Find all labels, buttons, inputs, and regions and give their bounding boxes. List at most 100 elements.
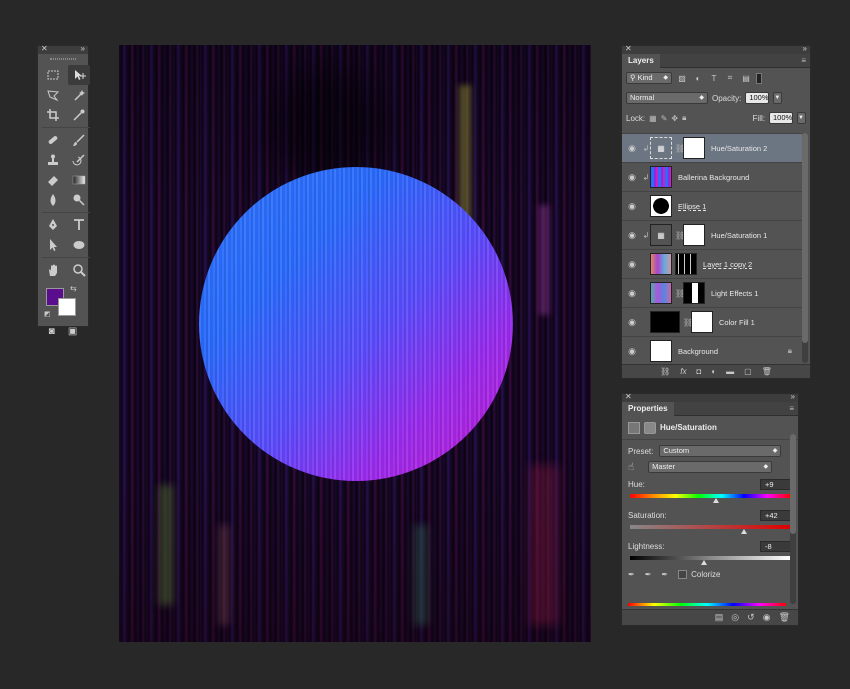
scrollbar[interactable] — [802, 133, 808, 363]
reset-icon[interactable]: ↺ — [747, 612, 755, 623]
layer-name[interactable]: Light Effects 1 — [711, 289, 758, 298]
fill-input[interactable]: 100% — [769, 112, 793, 124]
ellipse-shape[interactable] — [199, 167, 513, 481]
filter-smart-object-icon[interactable]: ▤ — [740, 72, 752, 84]
saturation-slider-thumb[interactable] — [740, 529, 747, 534]
targeted-adjustment-icon[interactable]: ☝︎ — [628, 462, 634, 473]
quick-mask-icon[interactable]: ◙ — [49, 326, 55, 337]
layer-row[interactable]: ◉ ↲ ▦ ⛓︎ Hue/Saturation 1 — [622, 220, 802, 249]
hand-tool-icon[interactable] — [42, 260, 64, 280]
lock-transparent-icon[interactable]: ▦ — [649, 114, 657, 123]
layer-name[interactable]: Color Fill 1 — [719, 318, 755, 327]
visibility-eye-icon[interactable]: ◉ — [622, 172, 642, 183]
mask-link-icon[interactable]: ⛓︎ — [683, 318, 693, 327]
eraser-tool-icon[interactable] — [42, 170, 64, 190]
swap-colors-icon[interactable]: ⇆ — [70, 284, 77, 293]
lock-image-icon[interactable]: ✎ — [661, 114, 668, 123]
fx-icon[interactable]: fx — [680, 367, 686, 376]
eyedropper-tool-icon[interactable] — [68, 105, 90, 125]
lightness-input[interactable]: -8 — [760, 540, 792, 552]
hue-input[interactable]: +9 — [760, 478, 792, 490]
panel-menu-icon[interactable]: ≡ — [801, 56, 806, 65]
layer-name[interactable]: Hue/Saturation 1 — [711, 231, 767, 240]
collapse-icon[interactable]: » — [803, 44, 807, 53]
tab-layers[interactable]: Layers — [622, 54, 660, 68]
delete-icon[interactable]: 🗑︎ — [779, 612, 790, 623]
gradient-tool-icon[interactable] — [68, 170, 90, 190]
close-icon[interactable]: ✕ — [625, 44, 632, 53]
panel-grip[interactable] — [38, 54, 88, 63]
layer-name[interactable]: Layer 1 copy 2 — [703, 260, 752, 269]
crop-tool-icon[interactable] — [42, 105, 64, 125]
lock-position-icon[interactable]: ✥ — [671, 114, 678, 123]
mask-link-icon[interactable]: ⛓︎ — [675, 231, 685, 240]
adjustment-layer-icon[interactable]: ◐ — [711, 367, 716, 376]
clone-stamp-tool-icon[interactable] — [42, 150, 64, 170]
opacity-input[interactable]: 100% — [745, 92, 770, 104]
lightness-slider[interactable] — [630, 556, 790, 565]
layer-row[interactable]: ◉ ⛓︎ Light Effects 1 — [622, 278, 802, 307]
eyedropper-plus-icon[interactable]: ✒︎ — [645, 570, 652, 579]
blend-mode-select[interactable]: Normal ◆ — [626, 92, 708, 104]
lightness-slider-thumb[interactable] — [700, 560, 707, 565]
background-color-swatch[interactable] — [58, 298, 76, 316]
layer-row[interactable]: ◉ Background 🔒︎ — [622, 336, 802, 365]
filter-type-icon[interactable]: T — [708, 72, 720, 84]
lock-all-icon[interactable]: 🔒︎ — [682, 113, 686, 123]
collapse-icon[interactable]: » — [81, 44, 85, 53]
delete-icon[interactable]: 🗑︎ — [762, 367, 772, 376]
kind-filter-select[interactable]: ⚲ Kind ◆ — [626, 72, 672, 84]
type-tool-icon[interactable] — [68, 215, 90, 235]
filter-shape-icon[interactable]: ⌗ — [724, 72, 736, 84]
hue-slider[interactable] — [630, 494, 790, 503]
zoom-tool-icon[interactable] — [68, 260, 90, 280]
link-layers-icon[interactable]: ⛓︎ — [660, 367, 670, 376]
document-canvas[interactable] — [119, 45, 591, 642]
layer-name[interactable]: Ballerina Background — [678, 173, 749, 182]
path-selection-tool-icon[interactable] — [42, 235, 64, 255]
layer-name[interactable]: Ellipse 1 — [678, 202, 706, 211]
layer-row[interactable]: ◉ Layer 1 copy 2 — [622, 249, 802, 278]
default-colors-icon[interactable]: ◩ — [44, 310, 51, 318]
visibility-eye-icon[interactable]: ◉ — [622, 143, 642, 154]
brush-tool-icon[interactable] — [68, 130, 90, 150]
new-group-icon[interactable]: ▬ — [726, 367, 734, 376]
fill-dropdown[interactable]: ▼ — [797, 112, 806, 124]
eyedropper-icon[interactable]: ✒︎ — [628, 570, 635, 579]
close-icon[interactable]: ✕ — [625, 392, 632, 401]
mask-icon[interactable] — [644, 421, 656, 434]
tab-properties[interactable]: Properties — [622, 402, 674, 416]
colorize-checkbox[interactable] — [678, 569, 688, 579]
screen-mode-icon[interactable]: ▣ — [68, 326, 77, 337]
healing-brush-tool-icon[interactable] — [42, 130, 64, 150]
saturation-slider[interactable] — [630, 525, 790, 534]
pen-tool-icon[interactable] — [42, 215, 64, 235]
visibility-eye-icon[interactable]: ◉ — [622, 288, 642, 299]
add-mask-icon[interactable]: ◘ — [696, 367, 701, 376]
visibility-eye-icon[interactable]: ◉ — [763, 612, 771, 623]
marquee-tool-icon[interactable] — [42, 65, 64, 85]
magic-wand-tool-icon[interactable] — [68, 85, 90, 105]
new-layer-icon[interactable]: ▢ — [744, 367, 752, 376]
preset-select[interactable]: Custom ◆ — [659, 445, 782, 457]
hue-slider-thumb[interactable] — [713, 498, 720, 503]
layer-row[interactable]: ◉ Ellipse 1 — [622, 191, 802, 220]
view-previous-icon[interactable]: ◎ — [731, 612, 739, 623]
history-brush-tool-icon[interactable] — [68, 150, 90, 170]
visibility-eye-icon[interactable]: ◉ — [622, 317, 642, 328]
layer-name[interactable]: Hue/Saturation 2 — [711, 144, 767, 153]
move-tool-icon[interactable] — [68, 65, 90, 85]
close-icon[interactable]: ✕ — [41, 44, 48, 53]
layer-name[interactable]: Background — [678, 347, 718, 356]
visibility-eye-icon[interactable]: ◉ — [622, 346, 642, 357]
channel-select[interactable]: Master ◆ — [648, 461, 773, 473]
saturation-input[interactable]: +42 — [760, 509, 792, 521]
clip-to-layer-icon[interactable]: ▤ — [715, 612, 724, 623]
layer-row[interactable]: ◉ ⛓︎ Color Fill 1 — [622, 307, 802, 336]
filter-toggle-icon[interactable] — [756, 72, 762, 84]
mask-link-icon[interactable]: ⛓︎ — [675, 144, 685, 153]
layer-row[interactable]: ◉ ↲ Ballerina Background — [622, 162, 802, 191]
layer-row[interactable]: ◉ ↲ ▦ ⛓︎ Hue/Saturation 2 — [622, 133, 802, 162]
filter-adjustment-icon[interactable]: ◐ — [692, 72, 704, 84]
visibility-eye-icon[interactable]: ◉ — [622, 259, 642, 270]
